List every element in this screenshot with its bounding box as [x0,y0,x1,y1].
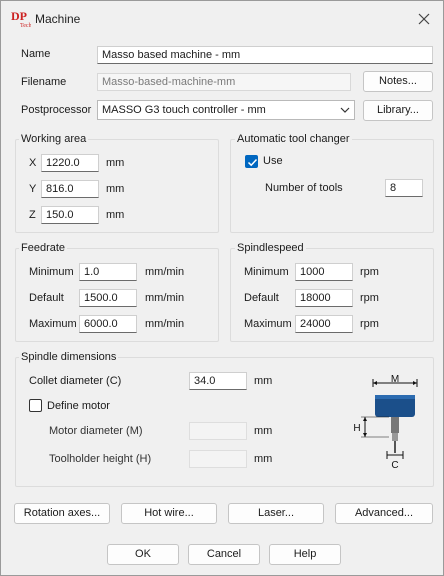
motor-diameter-input[interactable] [189,422,247,440]
postprocessor-label: Postprocessor [21,104,92,116]
tools-input[interactable]: 8 [385,179,423,197]
use-checkbox[interactable] [245,155,258,168]
filename-label: Filename [21,76,67,88]
feedrate-title: Feedrate [19,242,68,254]
spindlespeed-title: Spindlespeed [235,242,306,254]
window-title: Machine [35,12,81,26]
motor-diameter-label: Motor diameter (M) [49,425,143,437]
filename-field: Masso-based-machine-mm [97,73,351,91]
diagram-c-label: C [391,460,398,471]
cancel-button[interactable]: Cancel [188,544,260,565]
y-unit: mm [106,183,125,195]
z-label: Z [29,209,36,221]
collet-label: Collet diameter (C) [29,375,122,387]
speed-default-unit: rpm [360,292,379,304]
chevron-down-icon [340,105,350,120]
check-icon [247,158,258,167]
postprocessor-select[interactable]: MASSO G3 touch controller - mm [97,100,355,120]
spindle-dimensions-title: Spindle dimensions [19,351,119,363]
x-label: X [29,157,37,169]
feed-default-unit: mm/min [145,292,185,304]
tool-changer-title: Automatic tool changer [235,133,352,145]
app-logo-icon: DP Tech [11,8,32,29]
toolholder-unit: mm [254,453,273,465]
feed-min-input[interactable]: 1.0 [79,263,137,281]
feed-default-input[interactable]: 1500.0 [79,289,137,307]
y-input[interactable]: 816.0 [41,180,99,198]
feed-max-unit: mm/min [145,318,185,330]
toolholder-input[interactable] [189,450,247,468]
z-input[interactable]: 150.0 [41,206,99,224]
diagram-h-label: H [353,423,360,434]
collet-unit: mm [254,375,273,387]
speed-min-label: Minimum [244,266,289,278]
motor-diameter-unit: mm [254,425,273,437]
y-label: Y [29,183,37,195]
z-unit: mm [106,209,125,221]
diagram-m-label: M [391,374,399,385]
define-motor-checkbox[interactable] [29,399,42,412]
svg-text:Tech: Tech [20,23,31,28]
feed-max-input[interactable]: 6000.0 [79,315,137,333]
speed-min-input[interactable]: 1000 [295,263,353,281]
x-input[interactable]: 1220.0 [41,154,99,172]
machine-dialog: DP Tech Machine Name Masso based machine… [0,0,444,576]
spindle-diagram: M H C [351,369,431,471]
toolholder-label: Toolholder height (H) [49,453,152,465]
x-unit: mm [106,157,125,169]
postprocessor-value: MASSO G3 touch controller - mm [102,104,266,116]
speed-default-label: Default [244,292,279,304]
feed-min-unit: mm/min [145,266,185,278]
advanced-button[interactable]: Advanced... [335,503,433,524]
close-icon[interactable] [413,8,435,30]
speed-max-unit: rpm [360,318,379,330]
ok-button[interactable]: OK [107,544,179,565]
title-bar: DP Tech Machine [1,1,443,37]
speed-default-input[interactable]: 18000 [295,289,353,307]
laser-button[interactable]: Laser... [228,503,324,524]
feed-default-label: Default [29,292,64,304]
working-area-title: Working area [19,133,89,145]
name-label: Name [21,48,51,60]
name-input[interactable]: Masso based machine - mm [97,46,433,64]
tools-label: Number of tools [265,182,343,194]
notes-button[interactable]: Notes... [363,71,433,92]
feed-max-label: Maximum [29,318,77,330]
svg-text:DP: DP [11,9,27,23]
library-button[interactable]: Library... [363,100,433,121]
define-motor-label: Define motor [47,400,110,412]
help-button[interactable]: Help [269,544,341,565]
rotation-axes-button[interactable]: Rotation axes... [14,503,110,524]
feed-min-label: Minimum [29,266,74,278]
collet-input[interactable]: 34.0 [189,372,247,390]
speed-max-input[interactable]: 24000 [295,315,353,333]
hot-wire-button[interactable]: Hot wire... [121,503,217,524]
speed-max-label: Maximum [244,318,292,330]
speed-min-unit: rpm [360,266,379,278]
use-label: Use [263,155,283,167]
